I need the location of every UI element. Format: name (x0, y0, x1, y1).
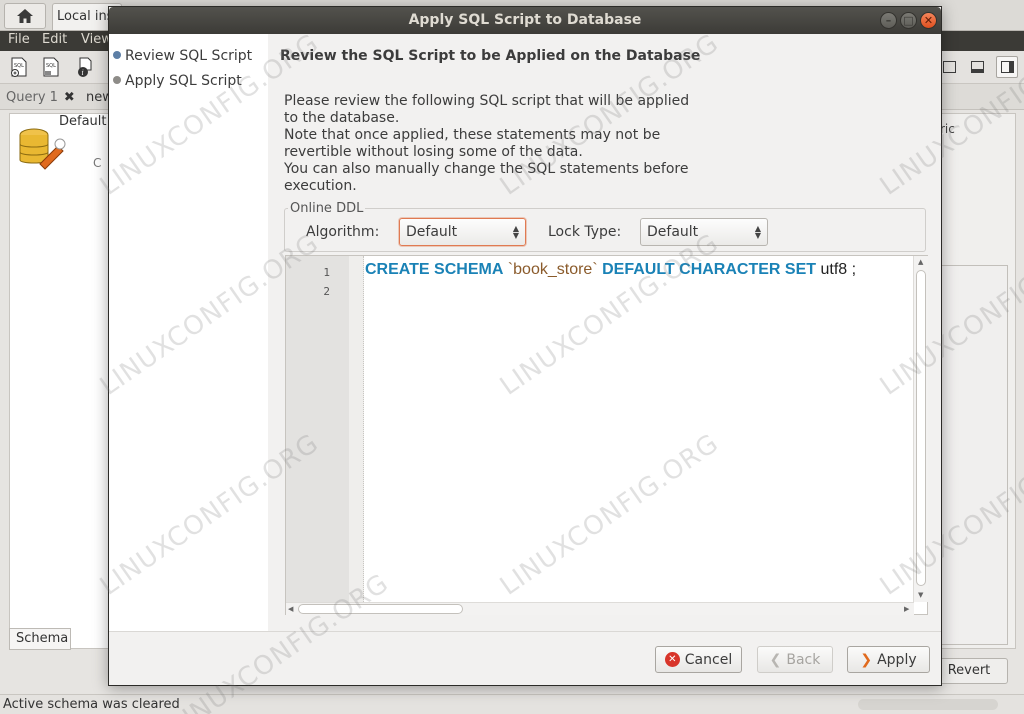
tab-query-1[interactable]: Query 1 ✖ (0, 86, 80, 110)
apply-sql-dialog: Apply SQL Script to Database – □ ✕ Revie… (108, 6, 942, 686)
sql-editor[interactable]: 1 2 CREATE SCHEMA `book_store` DEFAULT C… (285, 255, 928, 615)
updown-arrow-icon: ▲ ▼ (754, 224, 761, 240)
navigator-panel (9, 113, 109, 649)
layout-right-icon (1000, 61, 1014, 73)
description-line: Please review the following SQL script t… (284, 93, 690, 109)
svg-text:SQL: SQL (14, 63, 24, 69)
description-line: You can also manually change the SQL sta… (284, 161, 689, 177)
lock-type-label: Lock Type: (548, 224, 622, 240)
horizontal-scroll-thumb[interactable] (298, 604, 463, 614)
chevron-left-icon: ❮ (769, 651, 782, 668)
sql-value: utf8 ; (820, 261, 857, 278)
horizontal-scrollbar[interactable]: ◀ ▶ (286, 602, 914, 615)
vertical-scroll-thumb[interactable] (916, 270, 926, 586)
dialog-titlebar[interactable]: Apply SQL Script to Database – □ ✕ (109, 7, 941, 34)
scroll-down-icon[interactable]: ▼ (918, 591, 923, 599)
home-icon (17, 9, 33, 23)
step-review-sql-script: Review SQL Script (113, 48, 252, 64)
line-number-gutter: 1 2 (286, 256, 349, 602)
sql-keyword: DEFAULT CHARACTER SET (602, 261, 817, 278)
svg-text:i: i (82, 69, 84, 77)
step-review-label: Review SQL Script (125, 48, 253, 64)
scroll-up-icon[interactable]: ▲ (918, 258, 923, 266)
menu-edit[interactable]: Edit (42, 32, 67, 47)
secondary-panel-text: ric (940, 122, 955, 136)
dialog-title: Apply SQL Script to Database (408, 12, 642, 28)
partial-label: C (93, 156, 102, 170)
description-line: execution. (284, 178, 357, 194)
code-line[interactable]: CREATE SCHEMA `book_store` DEFAULT CHARA… (365, 261, 856, 279)
status-text: Active schema was cleared (3, 697, 180, 712)
status-bar: Active schema was cleared (0, 694, 1024, 714)
close-icon[interactable]: ✖ (64, 90, 75, 105)
line-number: 2 (323, 285, 330, 298)
apply-button[interactable]: ❯ Apply (847, 646, 930, 673)
scroll-left-icon[interactable]: ◀ (288, 605, 293, 613)
algorithm-label: Algorithm: (306, 224, 380, 240)
toggle-secondary-sidebar-button[interactable] (996, 56, 1018, 78)
toggle-output-button[interactable] (966, 56, 988, 78)
inspector-icon[interactable]: i (74, 56, 96, 78)
lock-type-value: Default (647, 224, 699, 240)
algorithm-value: Default (406, 224, 458, 240)
description-line: Note that once applied, these statements… (284, 127, 661, 143)
vertical-scrollbar[interactable]: ▲ ▼ (913, 256, 928, 602)
tab-query-1-label: Query 1 (6, 90, 58, 105)
current-step-icon (113, 51, 121, 59)
minimize-button[interactable]: – (880, 12, 897, 29)
step-icon (113, 76, 121, 84)
tab-schema[interactable]: Schema (9, 628, 71, 650)
status-progress (858, 699, 998, 710)
fold-margin (349, 256, 364, 602)
cancel-button[interactable]: ✕ Cancel (655, 646, 742, 673)
default-label: Default (59, 114, 107, 129)
layout-left-icon (942, 61, 956, 73)
tab-new[interactable]: new (80, 86, 110, 110)
wizard-steps: Review SQL Script Apply SQL Script (109, 34, 268, 631)
line-number: 1 (323, 266, 330, 279)
new-sql-tab-icon[interactable]: SQL (8, 56, 30, 78)
step-apply-label: Apply SQL Script (125, 73, 242, 89)
svg-text:SQL: SQL (46, 63, 56, 69)
lock-type-select[interactable]: Default ▲ ▼ (640, 218, 768, 246)
scroll-right-icon[interactable]: ▶ (904, 605, 909, 613)
back-button[interactable]: ❮ Back (757, 646, 833, 673)
maximize-button[interactable]: □ (900, 12, 917, 29)
step-apply-sql-script: Apply SQL Script (113, 73, 242, 89)
dialog-button-bar: ✕ Cancel ❮ Back ❯ Apply (109, 631, 941, 685)
layout-bottom-icon (970, 61, 984, 73)
online-ddl-legend: Online DDL (288, 201, 366, 216)
updown-arrow-icon: ▲ ▼ (512, 224, 519, 240)
algorithm-select[interactable]: Default ▲ ▼ (399, 218, 526, 246)
description-line: to the database. (284, 110, 400, 126)
home-button[interactable] (4, 3, 46, 29)
sql-keyword: CREATE SCHEMA (365, 261, 504, 278)
cancel-label: Cancel (684, 651, 733, 668)
database-icon (19, 128, 66, 170)
apply-label: Apply (877, 651, 917, 668)
page-title: Review the SQL Script to be Applied on t… (280, 48, 701, 64)
close-button[interactable]: ✕ (920, 12, 937, 29)
menu-file[interactable]: File (8, 32, 30, 47)
sql-identifier: `book_store` (507, 261, 598, 278)
back-label: Back (786, 651, 821, 668)
cancel-icon: ✕ (664, 652, 680, 667)
open-sql-file-icon[interactable]: SQL (40, 56, 62, 78)
description-line: revertible without losing some of the da… (284, 144, 583, 160)
chevron-right-icon: ❯ (860, 651, 873, 668)
